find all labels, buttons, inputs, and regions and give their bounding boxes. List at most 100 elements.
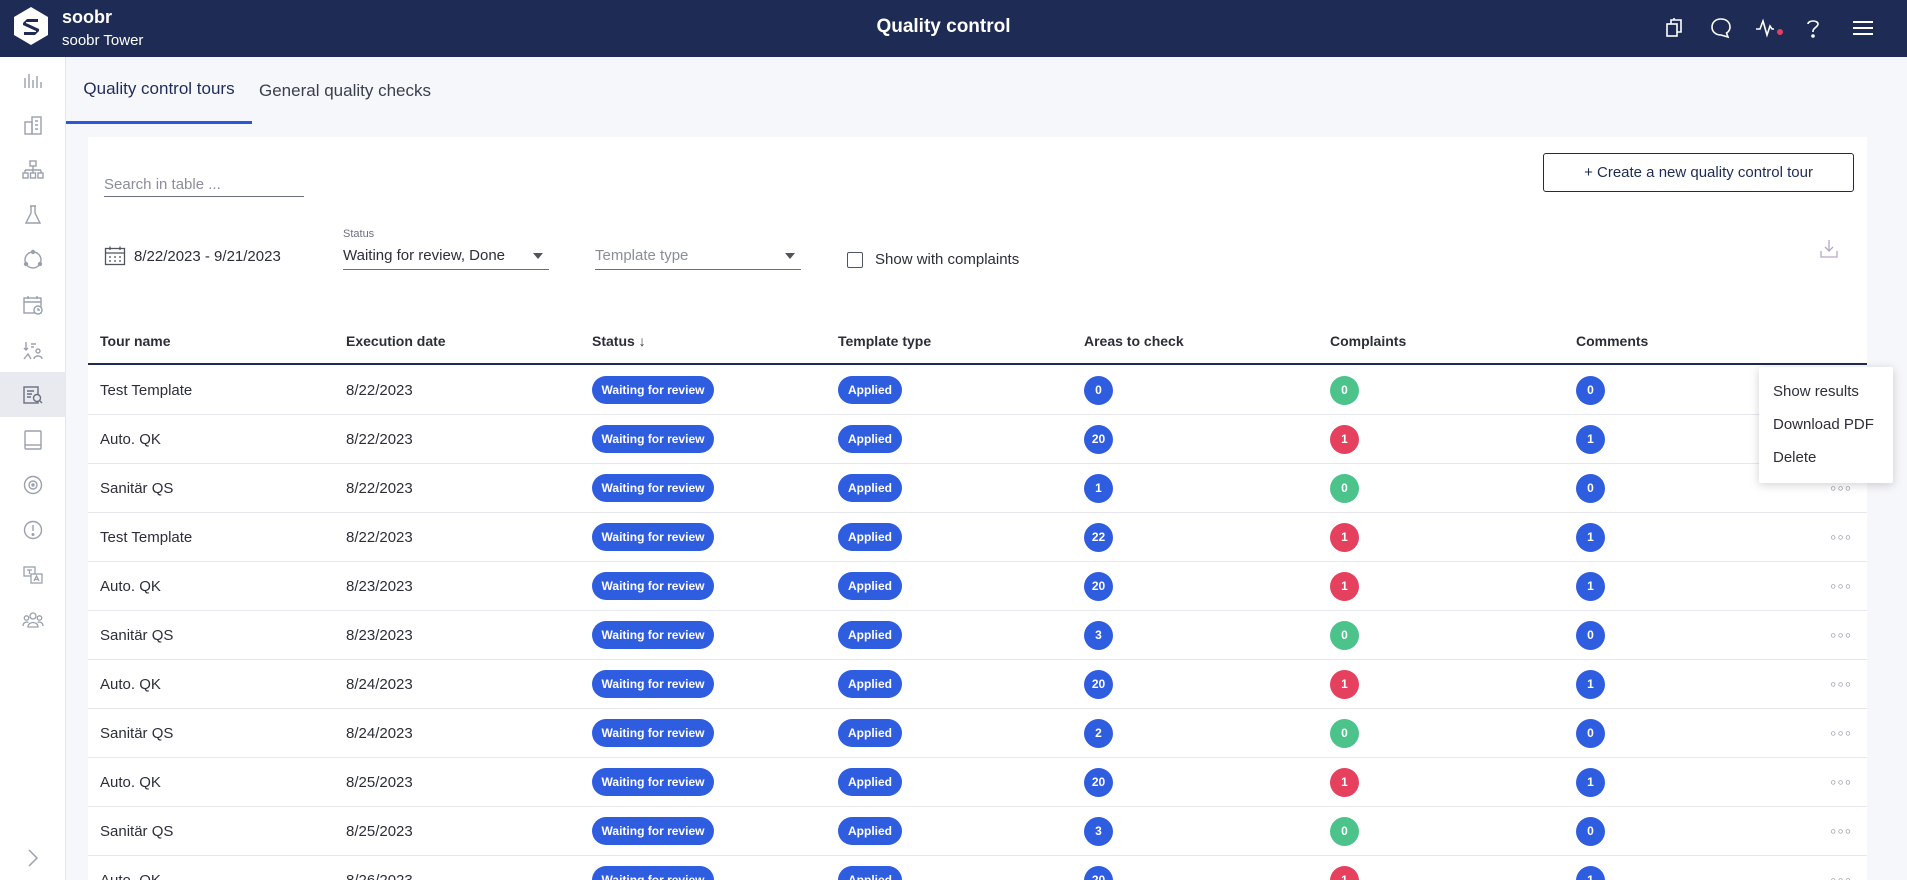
table-row[interactable]: Test Template 8/22/2023 Waiting for review… [88, 366, 1867, 415]
tour-name: Test Template [100, 528, 193, 546]
dropdown-arrow-icon [785, 252, 795, 259]
help-icon[interactable] [1799, 14, 1827, 42]
create-tour-button[interactable]: + Create a new quality control tour [1543, 153, 1854, 192]
nav-devices[interactable] [0, 417, 66, 462]
tab-quality-control-tours[interactable]: Quality control tours [66, 57, 252, 124]
col-tour-name[interactable]: Tour name [100, 333, 171, 349]
areas-count-badge: 0 [1084, 375, 1113, 405]
menu-delete[interactable]: Delete [1759, 441, 1893, 474]
table-row[interactable]: Auto. QK 8/24/2023 Waiting for review Appli… [88, 660, 1867, 709]
comments-cell: 1 [1576, 758, 1605, 806]
nav-alerts[interactable] [0, 507, 66, 552]
table-row[interactable]: Sanitär QS 8/24/2023 Waiting for review App… [88, 709, 1867, 758]
comments-count-badge: 1 [1576, 767, 1605, 797]
dropdown-arrow-icon [533, 252, 543, 259]
nav-cycles[interactable] [0, 237, 66, 282]
table-row[interactable]: Auto. QK 8/23/2023 Waiting for review Appli… [88, 562, 1867, 611]
chat-icon[interactable] [1707, 14, 1735, 42]
complaints-cell: 0 [1330, 611, 1359, 659]
complaints-count-badge: 0 [1330, 718, 1359, 748]
col-comments[interactable]: Comments [1576, 333, 1648, 349]
status-cell: Waiting for review [592, 709, 714, 757]
nav-lab[interactable] [0, 192, 66, 237]
tab-general-quality-checks[interactable]: General quality checks [252, 57, 438, 124]
col-areas-to-check[interactable]: Areas to check [1084, 333, 1184, 349]
tour-name-cell: Sanitär QS [100, 464, 173, 512]
nav-buildings[interactable] [0, 102, 66, 147]
status-cell: Waiting for review [592, 366, 714, 414]
more-options-icon[interactable]: ◦◦◦ [1830, 527, 1852, 548]
table-row[interactable]: Auto. QK 8/25/2023 Waiting for review Appli… [88, 758, 1867, 807]
areas-cell: 2 [1084, 709, 1113, 757]
expand-sidebar-button[interactable] [0, 848, 66, 868]
checkbox-box[interactable] [847, 251, 863, 268]
row-actions-cell: ◦◦◦ [1830, 611, 1852, 659]
areas-count-badge: 3 [1084, 816, 1113, 846]
nav-translations[interactable] [0, 552, 66, 597]
status-label: Status [343, 228, 375, 240]
table-row[interactable]: Sanitär QS 8/22/2023 Waiting for review App… [88, 464, 1867, 513]
comments-cell: 0 [1576, 807, 1605, 855]
more-options-icon[interactable]: ◦◦◦ [1830, 576, 1852, 597]
menu-download-pdf[interactable]: Download PDF [1759, 408, 1893, 441]
nav-structure[interactable] [0, 147, 66, 192]
copy-icon[interactable] [1661, 14, 1689, 42]
status-select[interactable]: Status Waiting for review, Done [343, 228, 549, 270]
execution-date: 8/22/2023 [346, 430, 413, 448]
more-options-icon[interactable]: ◦◦◦ [1830, 821, 1852, 842]
table-row[interactable]: Auto. QK 8/26/2023 Waiting for review Appli… [88, 856, 1867, 880]
search-input[interactable]: Search in table ... [104, 172, 304, 197]
nav-assignments[interactable] [0, 327, 66, 372]
comments-count-badge: 1 [1576, 522, 1605, 552]
template-type-badge: Applied [838, 523, 902, 551]
template-type-cell: Applied [838, 856, 902, 880]
comments-count-badge: 1 [1576, 424, 1605, 454]
nav-analytics[interactable] [0, 57, 66, 102]
execution-date-cell: 8/22/2023 [346, 415, 413, 463]
col-execution-date[interactable]: Execution date [346, 333, 446, 349]
table-row[interactable]: Auto. QK 8/22/2023 Waiting for review Appli… [88, 415, 1867, 464]
template-type-select[interactable]: Template type [595, 242, 801, 270]
more-options-icon[interactable]: ◦◦◦ [1830, 625, 1852, 646]
row-actions-cell: ◦◦◦ [1830, 660, 1852, 708]
tour-name: Test Template [100, 381, 193, 399]
template-type-badge: Applied [838, 768, 902, 796]
tour-name-cell: Sanitär QS [100, 709, 173, 757]
nav-sensors[interactable] [0, 462, 66, 507]
nav-quality-control[interactable] [0, 372, 66, 417]
nav-team[interactable] [0, 597, 66, 642]
areas-count-badge: 1 [1084, 473, 1113, 503]
tablet-icon [24, 429, 42, 450]
table-row[interactable]: Sanitär QS 8/25/2023 Waiting for review App… [88, 807, 1867, 856]
tab-bar: Quality control tours General quality ch… [66, 57, 1907, 124]
complaints-count-badge: 1 [1330, 571, 1359, 601]
template-type-placeholder: Template type [595, 247, 689, 264]
date-range-picker[interactable]: 8/22/2023 - 9/21/2023 [104, 245, 281, 267]
col-complaints[interactable]: Complaints [1330, 333, 1406, 349]
status-badge: Waiting for review [592, 719, 714, 747]
more-options-icon[interactable]: ◦◦◦ [1830, 772, 1852, 793]
more-options-icon[interactable]: ◦◦◦ [1830, 674, 1852, 695]
calendar-icon [104, 246, 126, 266]
bar-chart-icon [24, 73, 42, 88]
execution-date-cell: 8/25/2023 [346, 807, 413, 855]
menu-icon[interactable] [1849, 14, 1877, 42]
col-template-type[interactable]: Template type [838, 333, 931, 349]
menu-show-results[interactable]: Show results [1759, 375, 1893, 408]
more-options-icon[interactable]: ◦◦◦ [1830, 870, 1852, 880]
table-row[interactable]: Test Template 8/22/2023 Waiting for review… [88, 513, 1867, 562]
row-actions-cell: ◦◦◦ [1830, 513, 1852, 561]
execution-date-cell: 8/22/2023 [346, 513, 413, 561]
execution-date: 8/24/2023 [346, 724, 413, 742]
export-button[interactable] [1819, 238, 1839, 265]
more-options-icon[interactable]: ◦◦◦ [1830, 723, 1852, 744]
activity-icon[interactable] [1753, 14, 1783, 42]
table-row[interactable]: Sanitär QS 8/23/2023 Waiting for review App… [88, 611, 1867, 660]
col-status[interactable]: Status ↓ [592, 333, 646, 349]
tour-name-cell: Auto. QK [100, 415, 161, 463]
tour-name-cell: Auto. QK [100, 758, 161, 806]
tour-name: Auto. QK [100, 430, 161, 448]
status-badge: Waiting for review [592, 474, 714, 502]
nav-schedule[interactable] [0, 282, 66, 327]
show-complaints-checkbox[interactable]: Show with complaints [847, 251, 1019, 268]
